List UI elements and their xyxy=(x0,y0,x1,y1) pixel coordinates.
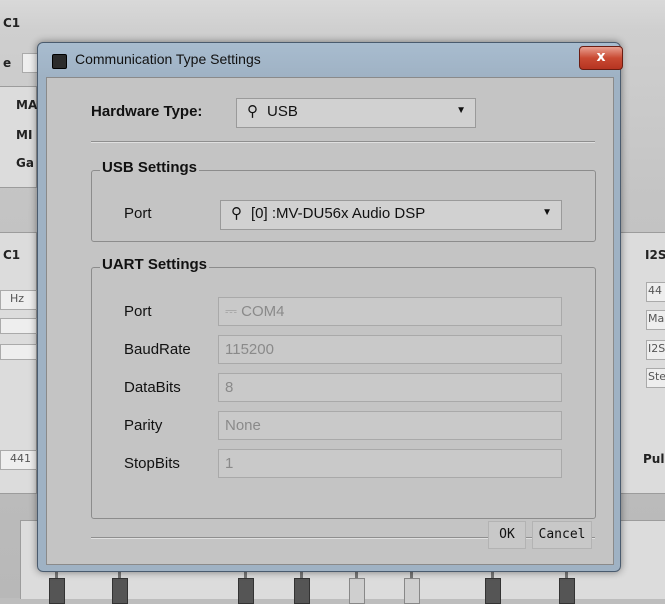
dialog-titlebar[interactable]: Communication Type Settings x xyxy=(38,43,623,77)
bg-right-field-text: 44 xyxy=(648,284,662,297)
usb-settings-group: USB Settings Port ⚲ [0] :MV-DU56x Audio … xyxy=(91,159,596,242)
databits-value: 8 xyxy=(225,379,234,396)
stopbits-label: StopBits xyxy=(124,455,180,472)
usb-icon: ⚲ xyxy=(231,205,242,222)
baudrate-field[interactable]: 115200 xyxy=(218,335,562,364)
hardware-type-label: Hardware Type: xyxy=(91,103,203,120)
bg-left-label: MI xyxy=(16,128,33,142)
fader-knob[interactable] xyxy=(485,578,501,604)
fader-knob[interactable] xyxy=(294,578,310,604)
stopbits-field[interactable]: 1 xyxy=(218,449,562,478)
dialog-body: Hardware Type: ⚲ USB ▼ USB Settings Port… xyxy=(46,77,614,565)
bg-right-label: I2S xyxy=(645,248,665,262)
databits-field[interactable]: 8 xyxy=(218,373,562,402)
bg-right-field-text: I2S xyxy=(648,342,665,355)
app-icon xyxy=(52,54,67,69)
databits-label: DataBits xyxy=(124,379,181,396)
hardware-type-dropdown[interactable]: ⚲ USB ▼ xyxy=(236,98,476,128)
uart-port-value: ⎓ COM4 xyxy=(225,303,285,320)
chevron-down-icon: ▼ xyxy=(542,207,552,218)
hardware-type-value: USB xyxy=(267,103,298,120)
bg-left-bottom-field-text: 441 xyxy=(10,452,31,465)
usb-port-label: Port xyxy=(124,205,152,222)
parity-value: None xyxy=(225,417,261,434)
ok-button[interactable]: OK xyxy=(488,521,526,549)
fader-knob[interactable] xyxy=(112,578,128,604)
bg-row-label: e xyxy=(3,56,12,70)
parity-label: Parity xyxy=(124,417,163,434)
fader-knob[interactable] xyxy=(49,578,65,604)
stopbits-value: 1 xyxy=(225,455,234,472)
fader-knob[interactable] xyxy=(238,578,254,604)
cancel-button[interactable]: Cancel xyxy=(532,521,592,549)
usb-port-dropdown[interactable]: ⚲ [0] :MV-DU56x Audio DSP ▼ xyxy=(220,200,562,230)
uart-settings-group: UART Settings Port ⎓ COM4 BaudRate 11520… xyxy=(91,256,596,519)
uart-settings-title: UART Settings xyxy=(100,256,209,273)
chevron-down-icon: ▼ xyxy=(456,105,466,116)
bg-right-bottom-label: Pul xyxy=(643,452,665,466)
fader-knob[interactable] xyxy=(349,578,365,604)
divider xyxy=(91,141,595,143)
bg-left-field-text: Hz xyxy=(10,292,25,305)
baudrate-value: 115200 xyxy=(225,341,274,358)
bg-title-fragment: C1 xyxy=(3,16,21,30)
usb-settings-title: USB Settings xyxy=(100,159,200,176)
communication-settings-dialog: Communication Type Settings x Hardware T… xyxy=(37,42,623,572)
baudrate-label: BaudRate xyxy=(124,341,191,358)
bg-left-label: Ga xyxy=(16,156,34,170)
bg-right-field-text: Ste xyxy=(648,370,665,383)
bg-row-field xyxy=(22,53,38,73)
uart-port-label: Port xyxy=(124,303,152,320)
bg-left-field xyxy=(0,344,37,360)
bg-left-field xyxy=(0,318,37,334)
close-button[interactable]: x xyxy=(579,46,623,70)
parity-field[interactable]: None xyxy=(218,411,562,440)
dialog-title: Communication Type Settings xyxy=(75,51,261,67)
bg-right-field-text: Ma xyxy=(648,312,665,325)
bg-left-label: MA xyxy=(16,98,38,112)
usb-port-value: [0] :MV-DU56x Audio DSP xyxy=(251,205,426,222)
fader-knob[interactable] xyxy=(404,578,420,604)
fader-knob[interactable] xyxy=(559,578,575,604)
serial-port-icon: ⎓ xyxy=(225,303,242,320)
bg-left-mid-label: C1 xyxy=(3,248,21,262)
usb-icon: ⚲ xyxy=(247,103,258,120)
uart-port-field[interactable]: ⎓ COM4 xyxy=(218,297,562,326)
